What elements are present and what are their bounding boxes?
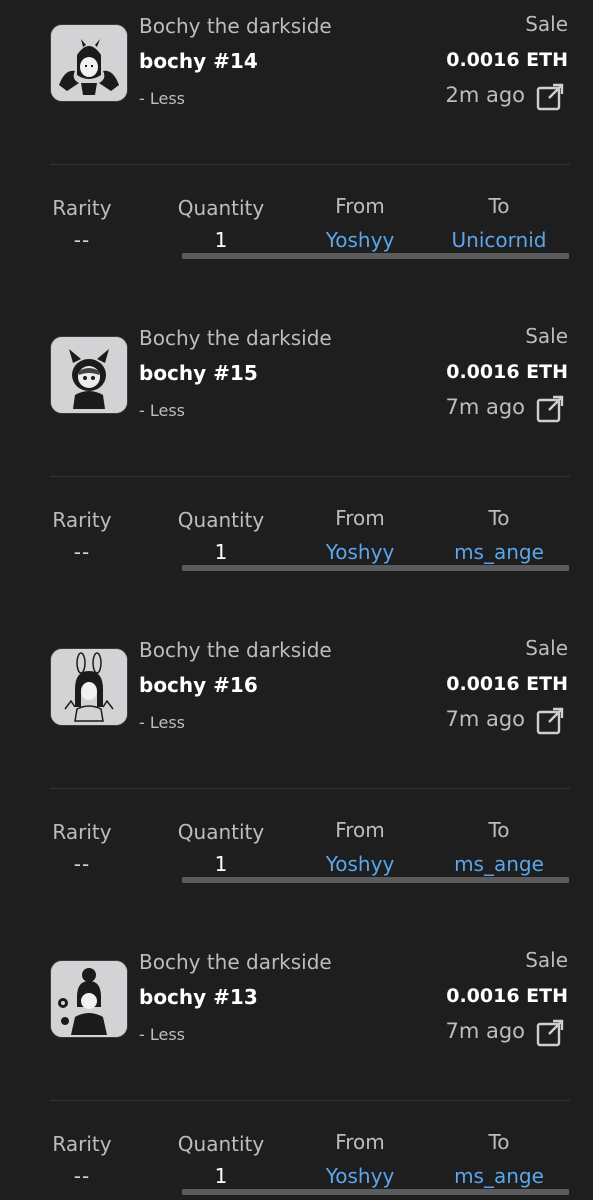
external-link-icon[interactable] [535,706,565,736]
quantity-value: 1 [214,1164,228,1188]
event-type: Sale [525,636,568,660]
less-toggle[interactable]: - Less [139,713,185,732]
activity-item: Bochy the darkside bochy #16 - Less Sale… [0,630,593,942]
from-header: From [335,818,385,842]
quantity-header: Quantity [177,1132,265,1156]
event-type: Sale [525,324,568,348]
to-user-link[interactable]: ms_ange [454,540,544,564]
activity-item: Bochy the darkside bochy #14 - Less Sale… [0,6,593,318]
rarity-value: -- [73,1164,91,1188]
from-user-link[interactable]: Yoshyy [326,1164,395,1188]
less-toggle[interactable]: - Less [139,89,185,108]
token-name[interactable]: bochy #15 [139,361,258,385]
to-header: To [488,818,510,842]
rarity-header: Rarity [52,820,112,844]
event-type: Sale [525,12,568,36]
activity-item: Bochy the darkside bochy #15 - Less Sale… [0,318,593,630]
token-name[interactable]: bochy #16 [139,673,258,697]
sale-price: 0.0016 ETH [446,49,568,71]
sale-price: 0.0016 ETH [446,361,568,383]
rarity-header: Rarity [52,1132,112,1156]
sale-time: 7m ago [445,707,525,731]
horizontal-scrollbar[interactable] [182,1189,569,1195]
to-header: To [488,194,510,218]
event-type: Sale [525,948,568,972]
less-toggle[interactable]: - Less [139,401,185,420]
token-name[interactable]: bochy #14 [139,49,258,73]
quantity-value: 1 [214,228,228,252]
sale-time: 7m ago [445,395,525,419]
from-user-link[interactable]: Yoshyy [326,540,395,564]
from-header: From [335,506,385,530]
activity-feed: Bochy the darkside bochy #14 - Less Sale… [0,0,593,1200]
to-header: To [488,1130,510,1154]
nft-thumbnail[interactable] [50,24,128,102]
divider [50,476,570,477]
to-user-link[interactable]: ms_ange [454,852,544,876]
nft-thumbnail[interactable] [50,336,128,414]
external-link-icon[interactable] [535,1018,565,1048]
avatar-bun-hair-icon [51,961,127,1037]
activity-item: Bochy the darkside bochy #13 - Less Sale… [0,942,593,1200]
from-header: From [335,1130,385,1154]
horizontal-scrollbar[interactable] [182,253,569,259]
quantity-header: Quantity [177,196,265,220]
collection-name[interactable]: Bochy the darkside [139,638,332,662]
quantity-header: Quantity [177,820,265,844]
external-link-icon[interactable] [535,82,565,112]
nft-thumbnail[interactable] [50,960,128,1038]
token-name[interactable]: bochy #13 [139,985,258,1009]
nft-thumbnail[interactable] [50,648,128,726]
collection-name[interactable]: Bochy the darkside [139,950,332,974]
sale-price: 0.0016 ETH [446,985,568,1007]
to-header: To [488,506,510,530]
rarity-value: -- [73,852,91,876]
from-user-link[interactable]: Yoshyy [326,228,395,252]
collection-name[interactable]: Bochy the darkside [139,326,332,350]
collection-name[interactable]: Bochy the darkside [139,14,332,38]
quantity-value: 1 [214,540,228,564]
avatar-devil-horns-icon [51,337,127,413]
less-toggle[interactable]: - Less [139,1025,185,1044]
divider [50,164,570,165]
rarity-header: Rarity [52,196,112,220]
sale-price: 0.0016 ETH [446,673,568,695]
rarity-value: -- [73,228,91,252]
horizontal-scrollbar[interactable] [182,565,569,571]
external-link-icon[interactable] [535,394,565,424]
divider [50,1100,570,1101]
quantity-value: 1 [214,852,228,876]
to-user-link[interactable]: Unicornid [452,228,547,252]
divider [50,788,570,789]
sale-time: 7m ago [445,1019,525,1043]
to-user-link[interactable]: ms_ange [454,1164,544,1188]
rarity-value: -- [73,540,91,564]
rarity-header: Rarity [52,508,112,532]
horizontal-scrollbar[interactable] [182,877,569,883]
sale-time: 2m ago [445,83,525,107]
avatar-bat-wings-icon [51,25,127,101]
from-header: From [335,194,385,218]
from-user-link[interactable]: Yoshyy [326,852,395,876]
quantity-header: Quantity [177,508,265,532]
avatar-bunny-ears-icon [51,649,127,725]
